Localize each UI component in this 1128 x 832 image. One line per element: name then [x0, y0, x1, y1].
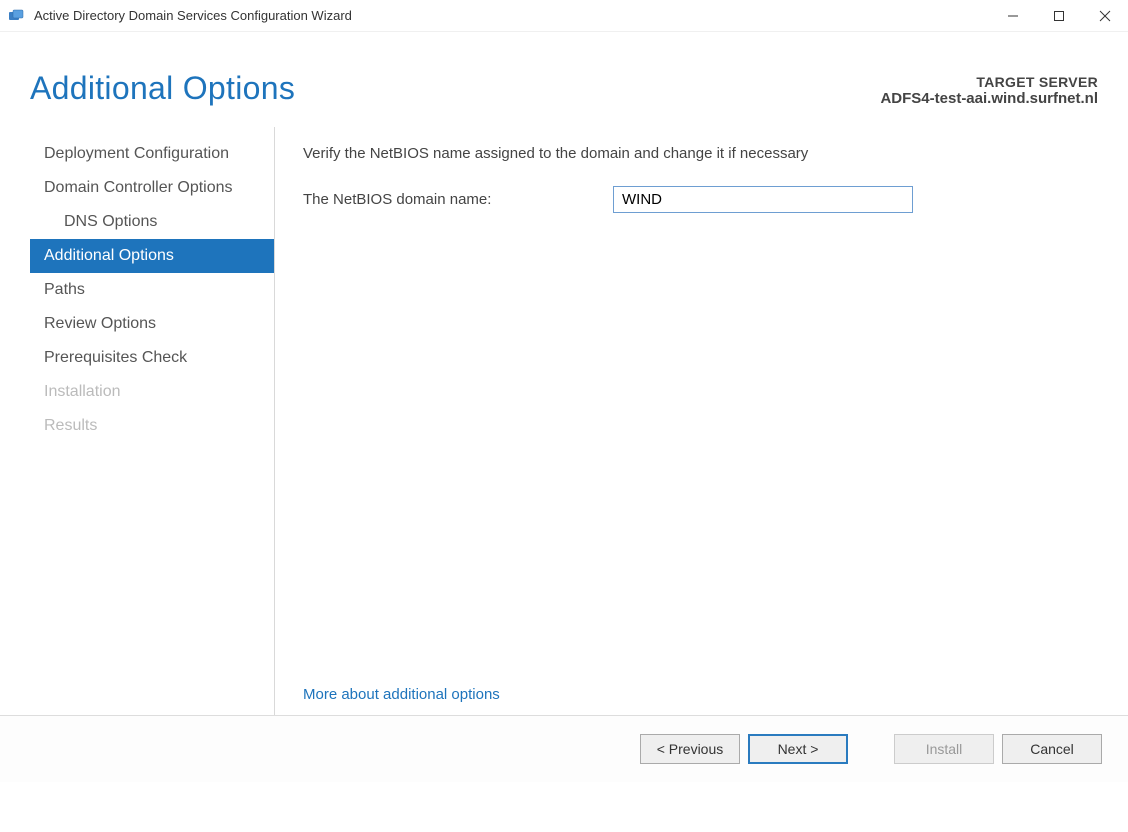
footer: < Previous Next > Install Cancel	[0, 715, 1128, 782]
sidebar-item-installation: Installation	[30, 375, 274, 409]
close-button[interactable]	[1082, 0, 1128, 32]
body: Deployment ConfigurationDomain Controlle…	[0, 127, 1128, 715]
sidebar-item-deployment-configuration[interactable]: Deployment Configuration	[30, 137, 274, 171]
sidebar: Deployment ConfigurationDomain Controlle…	[30, 127, 275, 715]
netbios-row: The NetBIOS domain name:	[303, 186, 1098, 213]
titlebar: Active Directory Domain Services Configu…	[0, 0, 1128, 32]
sidebar-item-dns-options[interactable]: DNS Options	[30, 205, 274, 239]
netbios-input[interactable]	[613, 186, 913, 213]
sidebar-item-results: Results	[30, 409, 274, 443]
cancel-button[interactable]: Cancel	[1002, 734, 1102, 764]
maximize-button[interactable]	[1036, 0, 1082, 32]
install-button: Install	[894, 734, 994, 764]
previous-button[interactable]: < Previous	[640, 734, 740, 764]
target-server-value: ADFS4-test-aai.wind.surfnet.nl	[880, 90, 1098, 107]
app-icon	[8, 7, 26, 25]
button-spacer	[856, 734, 886, 764]
header: Additional Options TARGET SERVER ADFS4-t…	[0, 32, 1128, 127]
sidebar-item-paths[interactable]: Paths	[30, 273, 274, 307]
target-server-block: TARGET SERVER ADFS4-test-aai.wind.surfne…	[880, 74, 1098, 107]
netbios-label: The NetBIOS domain name:	[303, 191, 613, 208]
more-link[interactable]: More about additional options	[303, 686, 1098, 703]
sidebar-item-additional-options[interactable]: Additional Options	[30, 239, 274, 273]
window-title: Active Directory Domain Services Configu…	[34, 8, 990, 23]
main-panel: Verify the NetBIOS name assigned to the …	[275, 127, 1098, 715]
sidebar-item-review-options[interactable]: Review Options	[30, 307, 274, 341]
page-title: Additional Options	[30, 70, 295, 107]
target-server-label: TARGET SERVER	[880, 74, 1098, 90]
window-controls	[990, 0, 1128, 31]
sidebar-item-domain-controller-options[interactable]: Domain Controller Options	[30, 171, 274, 205]
instruction-text: Verify the NetBIOS name assigned to the …	[303, 145, 1098, 162]
next-button[interactable]: Next >	[748, 734, 848, 764]
sidebar-item-prerequisites-check[interactable]: Prerequisites Check	[30, 341, 274, 375]
minimize-button[interactable]	[990, 0, 1036, 32]
